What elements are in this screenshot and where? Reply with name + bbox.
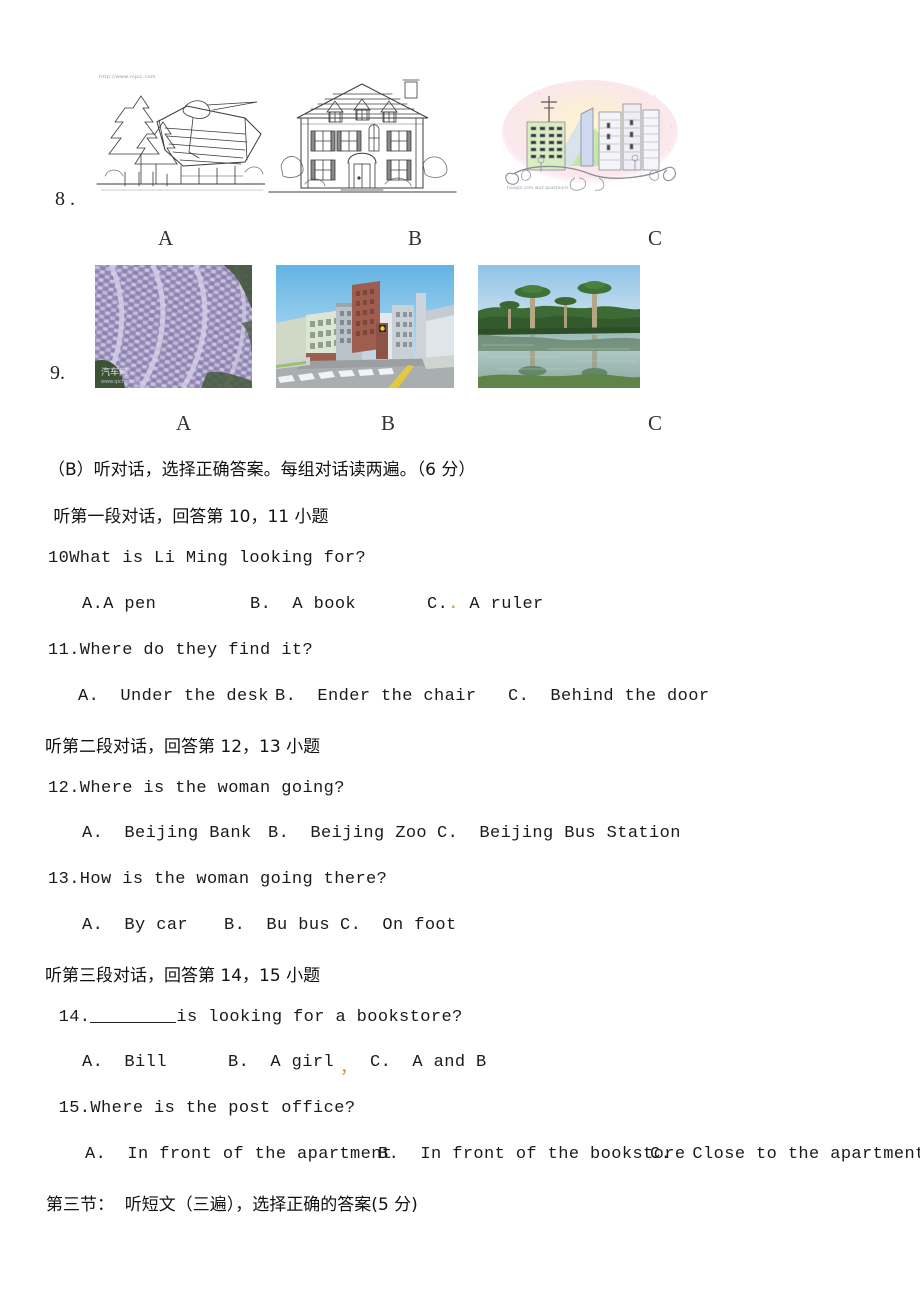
question-13-choice-c[interactable]: C. On foot xyxy=(340,916,457,935)
question-13-choice-b[interactable]: B. Bu bus xyxy=(224,916,330,935)
question-14-stem: 14. is looking for a bookstore? xyxy=(48,1008,463,1027)
svg-text:汽车网: 汽车网 xyxy=(101,366,128,378)
question-10-choice-c-orange-mark: . xyxy=(448,595,459,614)
question-12-choice-b[interactable]: B. Beijing Zoo xyxy=(268,824,427,843)
question-15-choice-b[interactable]: B. In front of the bookstore xyxy=(378,1145,685,1164)
question-10-choice-a[interactable]: A.A pen xyxy=(82,595,156,614)
question-14-orange-comma: ， xyxy=(340,1060,358,1079)
question-9-number: 9. xyxy=(50,362,65,384)
question-15-choice-c[interactable]: C. Close to the apartment xyxy=(650,1145,920,1164)
question-8-option-a-image: http://www.nipic.com xyxy=(95,72,270,202)
question-10-choice-c-text: A ruler xyxy=(458,595,544,614)
question-13-choice-a[interactable]: A. By car xyxy=(82,916,188,935)
question-9-option-c-image xyxy=(478,265,640,388)
question-14-stem-prefix: 14. xyxy=(48,1008,91,1027)
question-8-label-c: C xyxy=(648,226,663,250)
question-9-label-b: B xyxy=(381,411,396,435)
question-10-stem: 10What is Li Ming looking for? xyxy=(48,549,367,568)
section-three-heading: 第三节： 听短文（三遍），选择正确的答案(5 分) xyxy=(46,1195,418,1215)
question-8-option-c-image: hoopje.com wuz quastouris xyxy=(495,70,685,205)
group-1-instruction: 听第一段对话，回答第 10，11 小题 xyxy=(48,507,329,527)
question-14-choice-a[interactable]: A. Bill xyxy=(82,1053,167,1072)
section-b-heading: （B）听对话，选择正确答案。每组对话读两遍。（6 分） xyxy=(48,460,476,480)
exam-page: 8 . http://www.nipic.com hoopje.com wuz … xyxy=(0,0,920,1300)
question-9-option-b-image xyxy=(276,265,454,388)
group-3-instruction: 听第三段对话，回答第 14，15 小题 xyxy=(45,966,321,986)
question-14-stem-suffix: is looking for a bookstore? xyxy=(176,1008,463,1027)
svg-text:www.qiche.com: www.qiche.com xyxy=(101,379,140,385)
question-15-choice-a[interactable]: A. In front of the apartment xyxy=(85,1145,392,1164)
question-9-label-a: A xyxy=(176,411,192,435)
question-13-stem: 13.How is the woman going there? xyxy=(48,870,388,889)
question-15-stem: 15.Where is the post office? xyxy=(48,1099,356,1118)
image-watermark-url: http://www.nipic.com xyxy=(99,74,156,80)
question-14-answer-blank[interactable] xyxy=(90,1008,177,1023)
question-10-choice-c-prefix: C. xyxy=(427,595,449,614)
question-14-choice-c[interactable]: C. A and B xyxy=(370,1053,487,1072)
question-8-number: 8 . xyxy=(55,188,75,210)
question-10-choice-b[interactable]: B. A book xyxy=(250,595,356,614)
group-2-instruction: 听第二段对话，回答第 12，13 小题 xyxy=(45,737,321,757)
question-8-option-b-image xyxy=(265,68,460,203)
question-8-label-a: A xyxy=(158,226,174,250)
question-12-stem: 12.Where is the woman going? xyxy=(48,779,345,798)
question-12-choice-c[interactable]: C. Beijing Bus Station xyxy=(437,824,681,843)
question-11-choice-a[interactable]: A. Under the desk xyxy=(78,687,269,706)
image-caption-footnote: hoopje.com wuz quastouris xyxy=(507,186,569,191)
question-9-label-c: C xyxy=(648,411,663,435)
question-11-choice-c[interactable]: C. Behind the door xyxy=(508,687,709,706)
question-11-choice-b[interactable]: B. Ender the chair xyxy=(275,687,476,706)
question-8-label-b: B xyxy=(408,226,423,250)
question-10-choice-c[interactable]: C.. A ruler xyxy=(427,595,544,614)
question-12-choice-a[interactable]: A. Beijing Bank xyxy=(82,824,252,843)
question-9-option-a-image: 汽车网 www.qiche.com xyxy=(95,265,252,388)
question-11-stem: 11.Where do they find it? xyxy=(48,641,314,660)
question-14-choice-b[interactable]: B. A girl xyxy=(228,1053,334,1072)
